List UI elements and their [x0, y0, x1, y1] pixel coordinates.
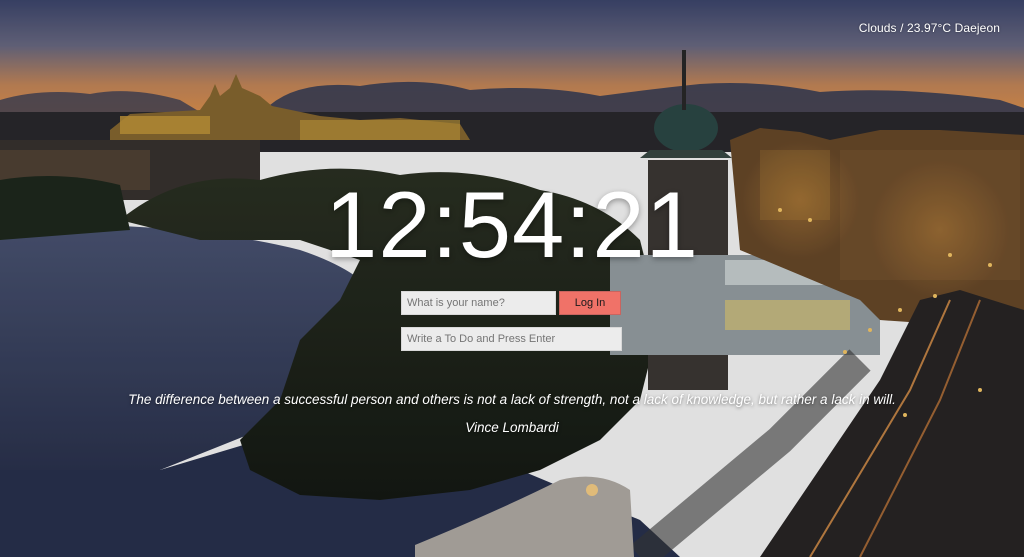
weather-readout: Clouds / 23.97°C Daejeon: [858, 21, 1000, 35]
quote-text: The difference between a successful pers…: [128, 392, 896, 407]
quote-author: Vince Lombardi: [465, 420, 559, 435]
clock: 12:54:21: [325, 172, 699, 277]
login-button[interactable]: Log In: [559, 291, 621, 315]
todo-input[interactable]: [401, 327, 622, 351]
name-input[interactable]: [401, 291, 556, 315]
todo-form: [401, 327, 622, 351]
